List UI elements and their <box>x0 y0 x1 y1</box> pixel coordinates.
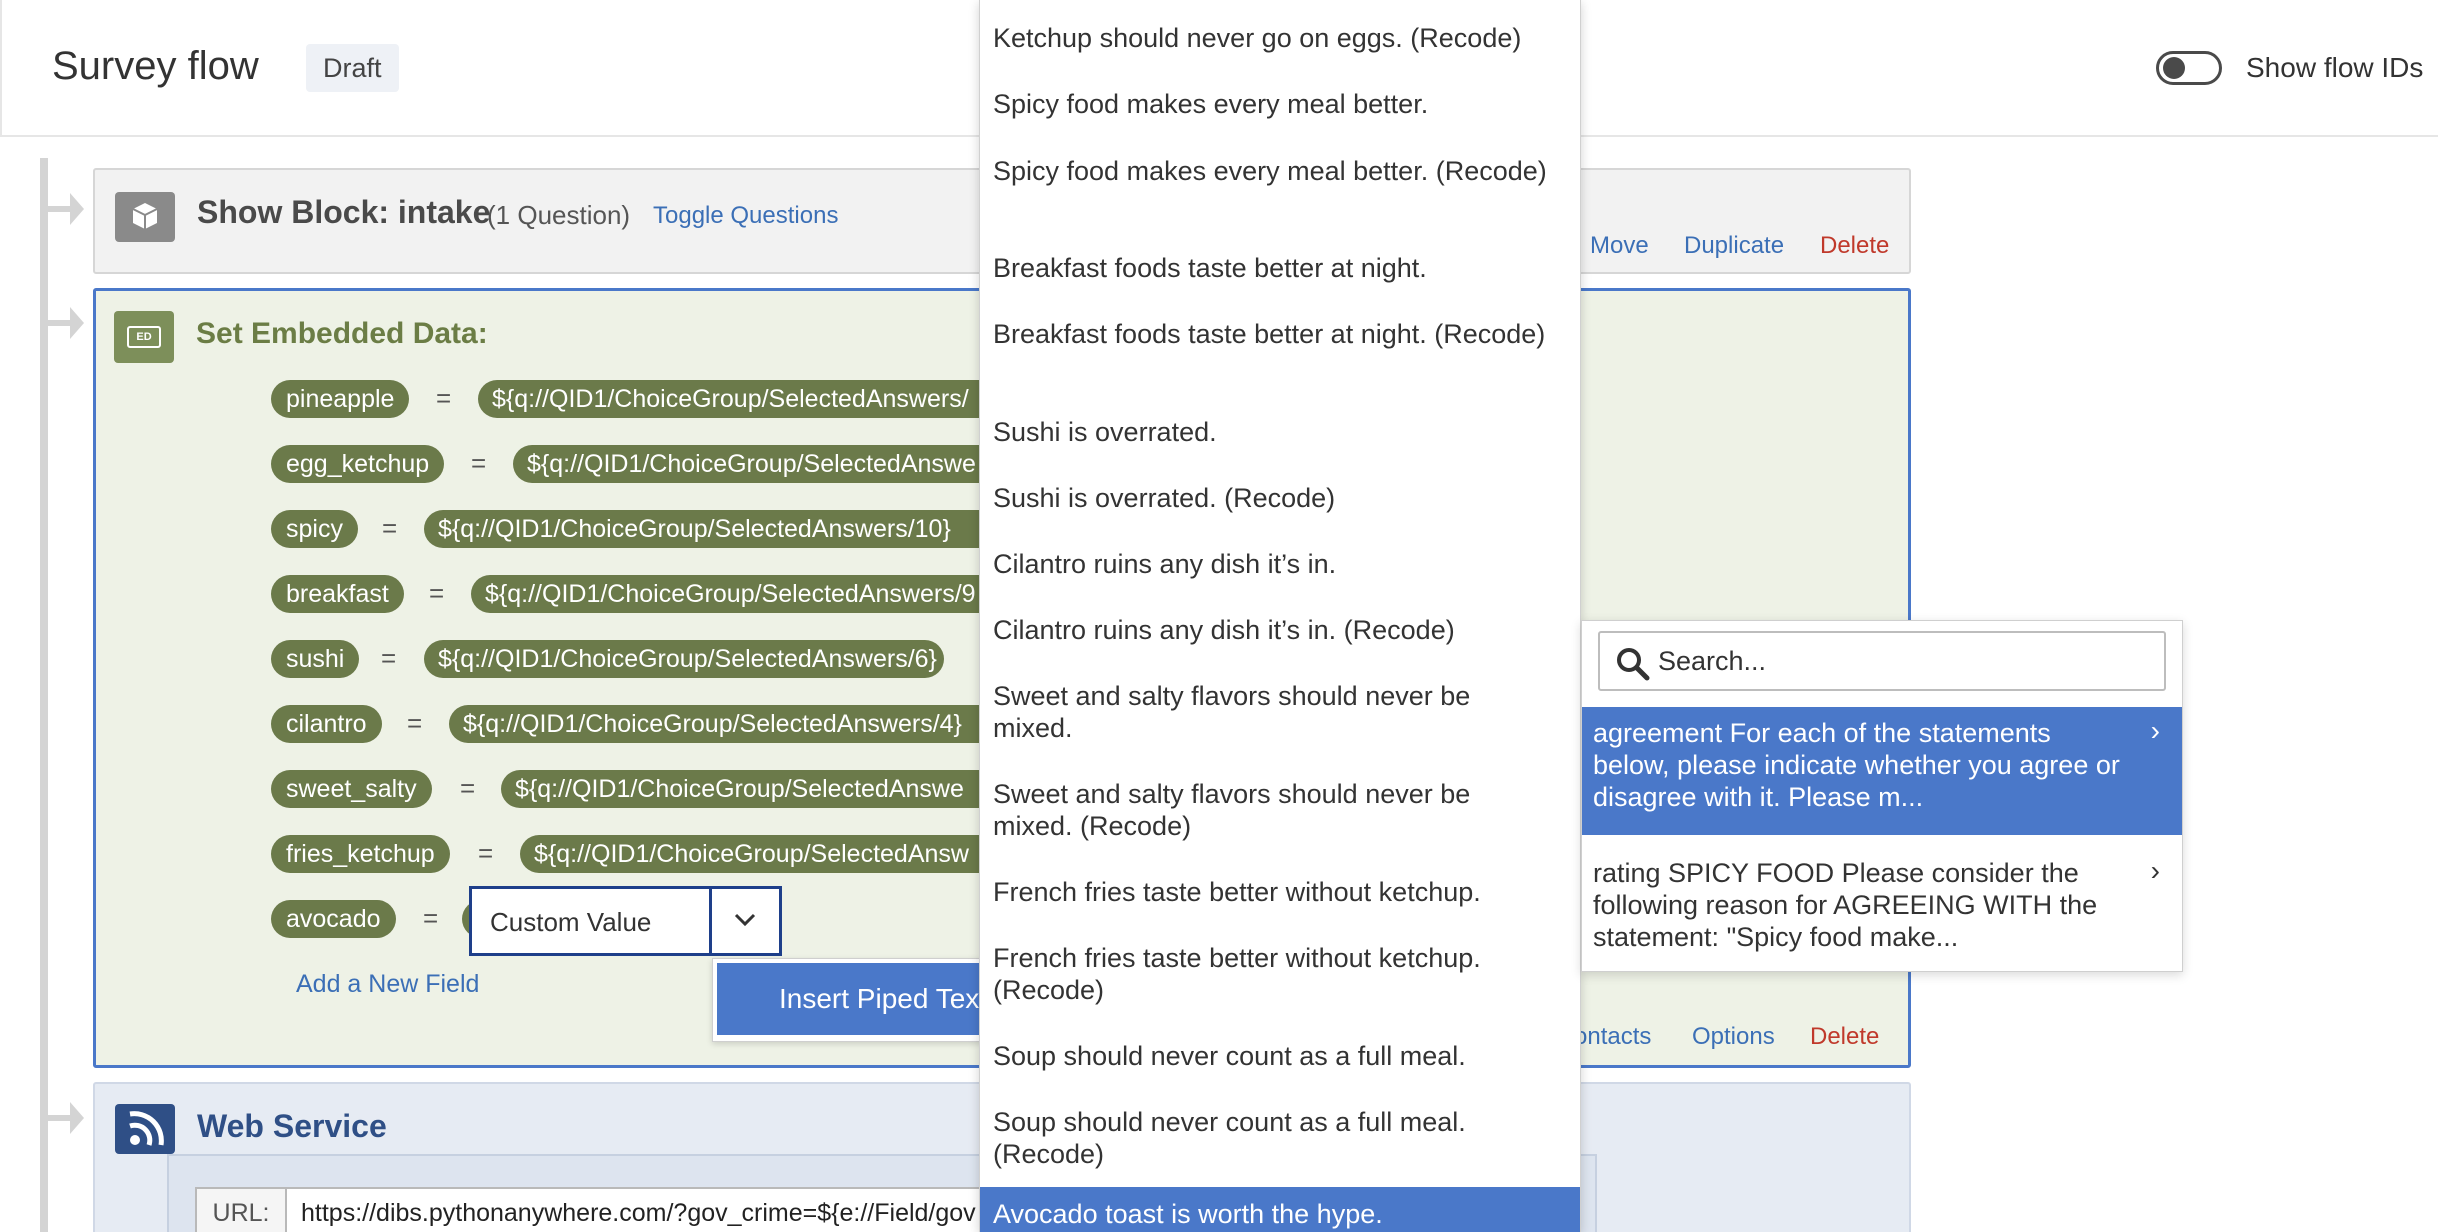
list-item[interactable]: Breakfast foods taste better at night. (… <box>993 318 1553 350</box>
field-value-sweet-salty[interactable]: ${q://QID1/ChoiceGroup/SelectedAnswe <box>501 770 982 808</box>
equals-sign: = <box>407 708 423 738</box>
equals-sign: = <box>382 513 398 543</box>
insert-piped-text-option[interactable]: Insert Piped Text <box>717 963 987 1035</box>
delete-link[interactable]: Delete <box>1820 232 1889 260</box>
show-flow-ids-label: Show flow IDs <box>2246 52 2424 83</box>
web-service-title: Web Service <box>197 1108 387 1144</box>
list-item[interactable]: Cilantro ruins any dish it’s in. <box>993 548 1553 580</box>
embedded-data-title: Set Embedded Data: <box>196 317 488 350</box>
field-value-sushi[interactable]: ${q://QID1/ChoiceGroup/SelectedAnswers/6… <box>424 640 944 678</box>
field-value-cilantro[interactable]: ${q://QID1/ChoiceGroup/SelectedAnswers/4… <box>449 705 982 743</box>
flow-arrow-icon <box>70 307 84 339</box>
equals-sign: = <box>423 903 439 933</box>
equals-sign: = <box>460 773 476 803</box>
field-value-pineapple[interactable]: ${q://QID1/ChoiceGroup/SelectedAnswers/ <box>478 380 982 418</box>
toggle-questions-link[interactable]: Toggle Questions <box>653 202 838 230</box>
flow-arrow-icon <box>70 193 84 225</box>
list-item[interactable]: Cilantro ruins any dish it’s in. (Recode… <box>993 614 1553 646</box>
equals-sign: = <box>429 578 445 608</box>
chevron-right-icon: › <box>2150 715 2160 746</box>
show-block-question-count: (1 Question) <box>487 200 631 230</box>
search-box[interactable] <box>1598 631 2166 691</box>
rss-icon <box>115 1104 175 1154</box>
piped-question-item[interactable]: agreement For each of the statements bel… <box>1582 707 2182 835</box>
list-item-active[interactable]: Avocado toast is worth the hype. <box>980 1187 1580 1232</box>
field-name-pineapple[interactable]: pineapple <box>271 380 410 418</box>
field-value-egg-ketchup[interactable]: ${q://QID1/ChoiceGroup/SelectedAnswe <box>513 445 982 483</box>
list-item-label: Avocado toast is worth the hype. <box>993 1199 1383 1229</box>
equals-sign: = <box>381 643 397 673</box>
add-new-field-link[interactable]: Add a New Field <box>296 970 479 999</box>
flow-connector-line <box>40 158 48 1232</box>
toggle-knob <box>2163 57 2185 79</box>
equals-sign: = <box>471 448 487 478</box>
list-item[interactable]: French fries taste better without ketchu… <box>993 942 1553 1006</box>
piped-question-label: rating SPICY FOOD Please consider the fo… <box>1593 858 2098 952</box>
equals-sign: = <box>436 383 452 413</box>
piped-question-label: agreement For each of the statements bel… <box>1593 718 2120 812</box>
search-input[interactable] <box>1658 635 2158 687</box>
list-item[interactable]: French fries taste better without ketchu… <box>993 876 1553 908</box>
list-item[interactable]: Soup should never count as a full meal. <box>993 1040 1553 1072</box>
list-item[interactable]: Spicy food makes every meal better. <box>993 88 1553 120</box>
value-type-menu: Insert Piped Text <box>712 958 987 1042</box>
list-item[interactable]: Sushi is overrated. (Recode) <box>993 482 1553 514</box>
list-item[interactable]: Breakfast foods taste better at night. <box>993 252 1553 284</box>
list-item[interactable]: Spicy food makes every meal better. (Rec… <box>993 155 1553 187</box>
show-flow-ids-toggle[interactable] <box>2156 51 2222 85</box>
field-name-sweet-salty[interactable]: sweet_salty <box>271 770 432 808</box>
flow-arrow-icon <box>70 1102 84 1134</box>
options-link[interactable]: Options <box>1692 1023 1775 1051</box>
page-title: Survey flow <box>52 44 259 88</box>
list-item[interactable]: Ketchup should never go on eggs. (Recode… <box>993 22 1553 54</box>
duplicate-link[interactable]: Duplicate <box>1684 232 1784 260</box>
chevron-right-icon: › <box>2150 855 2160 886</box>
field-name-cilantro[interactable]: cilantro <box>271 705 382 743</box>
field-value-spicy[interactable]: ${q://QID1/ChoiceGroup/SelectedAnswers/1… <box>424 510 982 548</box>
list-item[interactable]: Sushi is overrated. <box>993 416 1553 448</box>
show-block-title: Show Block: intake <box>197 194 491 230</box>
search-icon <box>1617 648 1650 681</box>
field-value-fries-ketchup[interactable]: ${q://QID1/ChoiceGroup/SelectedAnsw <box>520 835 982 873</box>
contacts-link[interactable]: ontacts <box>1574 1023 1651 1051</box>
question-statement-list[interactable]: Ketchup should never go on eggs. (Recode… <box>979 0 1581 1232</box>
status-badge: Draft <box>306 44 399 92</box>
piped-text-submenu: agreement For each of the statements bel… <box>1581 620 2183 972</box>
field-name-spicy[interactable]: spicy <box>271 510 358 548</box>
move-link[interactable]: Move <box>1590 232 1649 260</box>
delete-link[interactable]: Delete <box>1810 1023 1879 1051</box>
field-name-breakfast[interactable]: breakfast <box>271 575 404 613</box>
url-label: URL: <box>197 1189 287 1232</box>
block-cube-icon <box>115 192 175 242</box>
field-value-breakfast[interactable]: ${q://QID1/ChoiceGroup/SelectedAnswers/9 <box>471 575 982 613</box>
value-type-select[interactable]: Custom Value <box>469 886 782 956</box>
select-divider <box>709 889 712 953</box>
piped-question-item[interactable]: rating SPICY FOOD Please consider the fo… <box>1582 835 2182 971</box>
list-item[interactable]: Sweet and salty flavors should never be … <box>993 778 1553 842</box>
field-name-egg-ketchup[interactable]: egg_ketchup <box>271 445 445 483</box>
embedded-data-icon: ED <box>114 311 174 363</box>
chevron-down-icon[interactable] <box>730 905 760 935</box>
field-name-avocado[interactable]: avocado <box>271 900 396 938</box>
value-type-selected: Custom Value <box>490 907 652 937</box>
url-value[interactable]: https://dibs.pythonanywhere.com/?gov_cri… <box>301 1199 976 1228</box>
field-name-sushi[interactable]: sushi <box>271 640 360 678</box>
field-name-fries-ketchup[interactable]: fries_ketchup <box>271 835 450 873</box>
list-item[interactable]: Soup should never count as a full meal. … <box>993 1106 1553 1170</box>
equals-sign: = <box>478 838 494 868</box>
list-item[interactable]: Sweet and salty flavors should never be … <box>993 680 1553 744</box>
